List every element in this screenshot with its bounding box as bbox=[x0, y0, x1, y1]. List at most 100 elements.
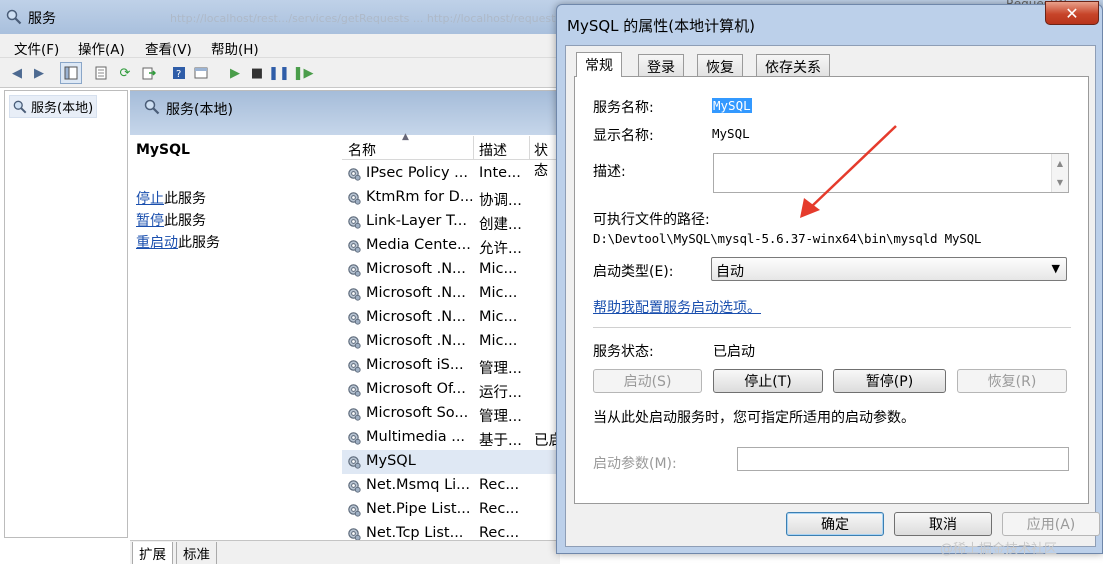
close-button[interactable]: ✕ bbox=[1045, 1, 1099, 25]
watermark: @稀土掘金技术社区 bbox=[940, 542, 1058, 557]
service-description-cell: Mic... bbox=[479, 261, 518, 277]
ok-button[interactable]: 确定 bbox=[786, 512, 884, 536]
column-header-description[interactable]: 描述 bbox=[479, 140, 507, 160]
pane-header: 服务(本地) bbox=[130, 91, 560, 135]
tab-standard[interactable]: 标准 bbox=[176, 542, 217, 564]
dialog-body: 常规 登录 恢复 依存关系 服务名称: MySQL 显示名称: MySQL 描述… bbox=[565, 45, 1100, 547]
restart-service-link[interactable]: 重启动 bbox=[136, 235, 178, 251]
console-icon[interactable] bbox=[192, 64, 210, 82]
table-row[interactable]: Microsoft .N... Mic... bbox=[342, 282, 560, 306]
service-gear-icon bbox=[348, 192, 361, 205]
service-name-cell: IPsec Policy ... bbox=[366, 165, 468, 181]
services-magnifier-icon bbox=[6, 9, 22, 25]
pause-button[interactable]: 暂停(P) bbox=[833, 369, 946, 393]
exe-path-label: 可执行文件的路径: bbox=[593, 212, 710, 228]
sort-ascending-icon: ▲ bbox=[402, 132, 409, 142]
table-row[interactable]: Microsoft So... 管理... bbox=[342, 402, 560, 426]
pause-service-icon[interactable]: ❚❚ bbox=[268, 64, 290, 82]
table-row[interactable]: Net.Pipe List... Rec... bbox=[342, 498, 560, 522]
back-arrow-icon[interactable]: ◀ bbox=[8, 64, 26, 82]
service-description-cell: 管理... bbox=[479, 409, 522, 425]
export-list-icon[interactable] bbox=[140, 64, 158, 82]
tab-extended[interactable]: 扩展 bbox=[132, 542, 173, 564]
table-row[interactable]: IPsec Policy ... Inte... bbox=[342, 162, 560, 186]
table-row[interactable]: Microsoft .N... Mic... bbox=[342, 258, 560, 282]
services-magnifier-icon bbox=[13, 100, 27, 113]
service-description-cell: 管理... bbox=[479, 361, 522, 377]
apply-button-label: 应用(A) bbox=[1026, 517, 1076, 533]
apply-button[interactable]: 应用(A) bbox=[1002, 512, 1100, 536]
tree-node-services-local[interactable]: 服务(本地) bbox=[9, 95, 98, 118]
table-row[interactable]: MySQL bbox=[342, 450, 560, 474]
tree-node-label: 服务(本地) bbox=[31, 101, 94, 116]
menu-help[interactable]: 帮助(H) bbox=[211, 38, 259, 58]
services-list-header: ▲ 名称 描述 状态 bbox=[342, 132, 560, 179]
start-button[interactable]: 启动(S) bbox=[593, 369, 702, 393]
tab-dependencies[interactable]: 依存关系 bbox=[756, 54, 830, 76]
column-divider[interactable] bbox=[473, 136, 474, 160]
table-row[interactable]: KtmRm for D... 协调... bbox=[342, 186, 560, 210]
console-tree: 服务(本地) bbox=[4, 90, 128, 538]
resume-button[interactable]: 恢复(R) bbox=[957, 369, 1067, 393]
service-gear-icon bbox=[348, 504, 361, 517]
table-row[interactable]: Media Cente... 允许... bbox=[342, 234, 560, 258]
service-description-cell: Mic... bbox=[479, 309, 518, 325]
description-field[interactable]: ▲ ▼ bbox=[713, 153, 1069, 193]
table-row[interactable]: Microsoft Of... 运行... bbox=[342, 378, 560, 402]
service-gear-icon bbox=[348, 288, 361, 301]
service-name-cell: Microsoft So... bbox=[366, 405, 469, 421]
stop-service-icon[interactable]: ■ bbox=[248, 64, 266, 82]
start-params-input[interactable] bbox=[737, 447, 1069, 471]
restart-service-icon[interactable]: ❚▶ bbox=[293, 64, 314, 82]
column-header-name[interactable]: 名称 bbox=[348, 140, 376, 160]
service-status-value: 已启动 bbox=[713, 344, 755, 360]
startup-type-dropdown[interactable]: 自动 ▼ bbox=[711, 257, 1067, 281]
table-row[interactable]: Microsoft .N... Mic... bbox=[342, 330, 560, 354]
window-title: 服务 bbox=[28, 11, 56, 27]
tab-recovery[interactable]: 恢复 bbox=[697, 54, 743, 76]
tab-logon[interactable]: 登录 bbox=[638, 54, 684, 76]
service-gear-icon bbox=[348, 168, 361, 181]
start-service-icon[interactable]: ▶ bbox=[226, 64, 244, 82]
table-row[interactable]: Microsoft .N... Mic... bbox=[342, 306, 560, 330]
menu-action[interactable]: 操作(A) bbox=[78, 38, 125, 58]
restart-service-action: 重启动此服务 bbox=[136, 232, 220, 252]
pause-service-link[interactable]: 暂停 bbox=[136, 213, 164, 229]
startup-type-label: 启动类型(E): bbox=[593, 264, 674, 280]
forward-arrow-icon[interactable]: ▶ bbox=[30, 64, 48, 82]
refresh-icon[interactable]: ⟳ bbox=[116, 64, 134, 82]
service-gear-icon bbox=[348, 480, 361, 493]
table-row[interactable]: Multimedia ... 基于... 已启 bbox=[342, 426, 563, 450]
startup-help-link[interactable]: 帮助我配置服务启动选项。 bbox=[593, 297, 761, 317]
column-divider[interactable] bbox=[529, 136, 530, 160]
cancel-button[interactable]: 取消 bbox=[894, 512, 992, 536]
start-params-label: 启动参数(M): bbox=[593, 456, 677, 472]
display-name-value[interactable]: MySQL bbox=[712, 126, 750, 141]
service-name-cell: Media Cente... bbox=[366, 237, 471, 253]
show-hide-tree-icon[interactable] bbox=[60, 62, 82, 84]
service-name-cell: Net.Tcp List... bbox=[366, 525, 464, 541]
general-tab-panel: 服务名称: MySQL 显示名称: MySQL 描述: ▲ ▼ 可执行文件的路径:… bbox=[574, 76, 1089, 504]
properties-sheet-icon[interactable] bbox=[92, 64, 110, 82]
background-window-text: http://localhost/rest.../services/getReq… bbox=[170, 12, 576, 25]
table-row[interactable]: Net.Msmq Li... Rec... bbox=[342, 474, 560, 498]
table-row[interactable]: Link-Layer T... 创建... bbox=[342, 210, 560, 234]
menu-file[interactable]: 文件(F) bbox=[14, 38, 59, 58]
table-row[interactable]: Microsoft iS... 管理... bbox=[342, 354, 560, 378]
description-scrollbar[interactable]: ▲ ▼ bbox=[1051, 154, 1068, 192]
services-magnifier-icon bbox=[144, 99, 160, 115]
service-description-cell: 允许... bbox=[479, 241, 522, 257]
menu-view[interactable]: 查看(V) bbox=[145, 38, 192, 58]
service-name-cell: Microsoft .N... bbox=[366, 285, 466, 301]
service-description-cell: 协调... bbox=[479, 193, 522, 209]
service-gear-icon bbox=[348, 528, 361, 541]
help-icon[interactable]: ? bbox=[170, 64, 188, 82]
stop-service-link[interactable]: 停止 bbox=[136, 191, 164, 207]
tab-general[interactable]: 常规 bbox=[576, 52, 622, 77]
selected-service-name: MySQL bbox=[136, 142, 190, 158]
dialog-title: MySQL 的属性(本地计算机) bbox=[567, 17, 755, 35]
service-name-value[interactable]: MySQL bbox=[712, 98, 752, 113]
stop-button[interactable]: 停止(T) bbox=[713, 369, 823, 393]
service-gear-icon bbox=[348, 336, 361, 349]
startup-type-value: 自动 bbox=[716, 264, 744, 280]
